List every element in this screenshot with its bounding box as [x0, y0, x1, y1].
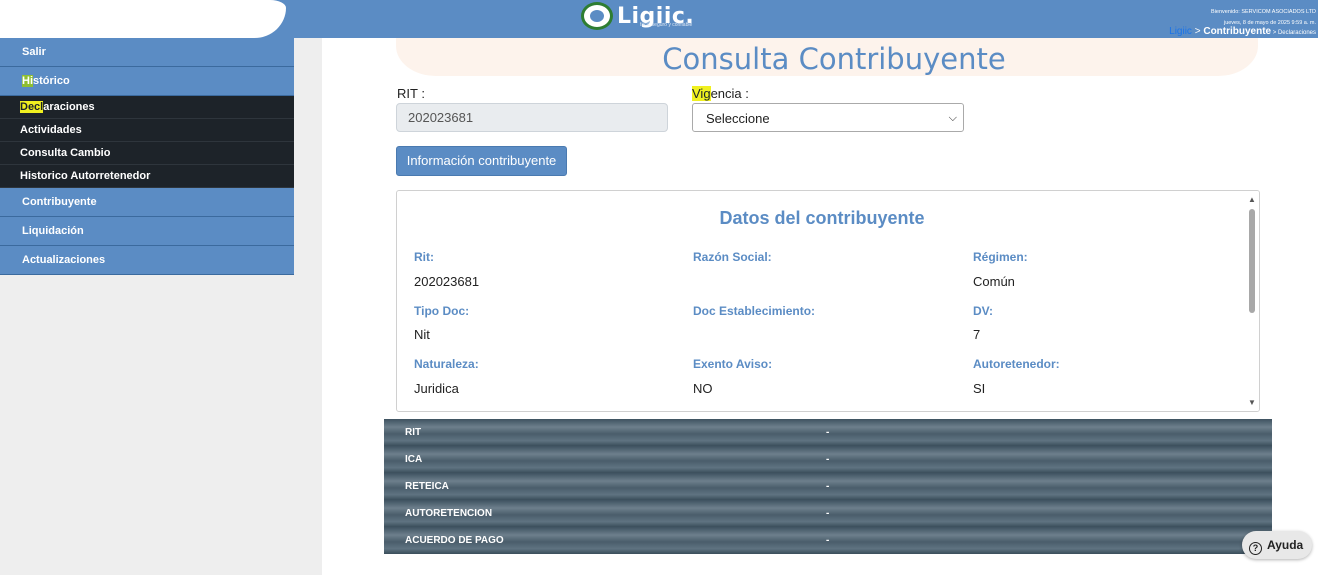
sidebar-item-label-highlight: Decl — [20, 101, 44, 113]
breadcrumb-current[interactable]: Contribuyente — [1203, 26, 1271, 37]
accordion-label: RETEICA — [405, 481, 449, 492]
accordion-row-reteica[interactable]: RETEICA - — [384, 473, 1272, 500]
sidebar-item-label: stórico — [33, 75, 70, 87]
breadcrumb-home[interactable]: Ligiic — [1169, 26, 1192, 37]
field-value-rit: 202023681 — [414, 274, 480, 289]
vigencia-label-text: encia : — [710, 86, 749, 101]
card-title: Datos del contribuyente — [719, 208, 925, 228]
sidebar-subitem-consulta-cambio[interactable]: Consulta Cambio — [0, 142, 294, 165]
sidebar-item-liquidacion[interactable]: Liquidación — [0, 217, 294, 246]
collapse-icon: - — [826, 481, 830, 492]
breadcrumb-separator: > — [1271, 30, 1278, 36]
collapse-icon: - — [826, 508, 830, 519]
contribuyente-card: Datos del contribuyente Rit: 202023681 R… — [396, 190, 1260, 412]
chevron-down-icon: ⌵ — [948, 112, 957, 124]
scroll-thumb[interactable] — [1249, 209, 1255, 313]
vigencia-label: Vigencia : — [692, 86, 749, 101]
field-label-autoretenedor: Autoretenedor: — [973, 357, 1060, 371]
rit-label: RIT : — [397, 86, 425, 101]
logo-tagline: fácil, seguro y confiable — [640, 22, 693, 28]
collapse-icon: - — [826, 535, 830, 546]
vigencia-label-highlight: Vig — [692, 86, 711, 101]
logo-icon — [581, 2, 613, 30]
sidebar-subitem-actividades[interactable]: Actividades — [0, 119, 294, 142]
rit-input[interactable]: 202023681 — [396, 103, 668, 132]
field-label-tipo-doc: Tipo Doc: — [414, 304, 470, 318]
collapse-icon: - — [826, 427, 830, 438]
field-value-naturaleza: Juridica — [414, 381, 459, 396]
sidebar-subitem-historico-autorretenedor[interactable]: Historico Autorretenedor — [0, 165, 294, 188]
breadcrumb: Ligiic > Contribuyente > Declaraciones — [1169, 26, 1316, 37]
field-label-naturaleza: Naturaleza: — [414, 357, 479, 371]
field-label-dv: DV: — [973, 304, 994, 318]
scroll-down-icon[interactable]: ▼ — [1248, 398, 1256, 407]
info-contribuyente-button[interactable]: Información contribuyente — [396, 146, 567, 176]
accordion-label: RIT — [405, 427, 422, 438]
breadcrumb-last: Declaraciones — [1277, 30, 1316, 36]
field-label-razon-social: Razón Social: — [693, 250, 772, 264]
collapse-icon: - — [826, 454, 830, 465]
question-icon: ? — [1249, 542, 1262, 555]
card-scrollbar[interactable]: ▲ ▼ — [1245, 191, 1259, 411]
page-title: Consulta Contribuyente — [662, 42, 1006, 76]
scroll-up-icon[interactable]: ▲ — [1248, 195, 1256, 204]
field-label-rit: Rit: — [414, 250, 434, 264]
sidebar-subitem-declaraciones[interactable]: Declaraciones — [0, 96, 294, 119]
help-label: Ayuda — [1267, 538, 1304, 552]
sidebar-item-label: araciones — [43, 101, 95, 113]
breadcrumb-separator: > — [1191, 26, 1204, 37]
sidebar-item-actualizaciones[interactable]: Actualizaciones — [0, 246, 294, 275]
accordion-label: ACUERDO DE PAGO — [405, 535, 504, 546]
help-button[interactable]: ? Ayuda — [1242, 531, 1312, 559]
accordion: RIT - ICA - RETEICA - AUTORETENCION - ACUERD… — [384, 419, 1272, 554]
field-value-tipo-doc: Nit — [414, 327, 430, 342]
field-label-exento-aviso: Exento Aviso: — [693, 357, 773, 371]
accordion-row-acuerdo-de-pago[interactable]: ACUERDO DE PAGO - — [384, 527, 1272, 554]
vigencia-select[interactable]: Seleccione ⌵ — [692, 103, 964, 132]
field-value-exento-aviso: NO — [693, 381, 713, 396]
accordion-label: ICA — [405, 454, 423, 465]
field-label-doc-establecimiento: Doc Establecimiento: — [693, 304, 816, 318]
vigencia-selected-value: Seleccione — [706, 111, 770, 126]
accordion-label: AUTORETENCION — [405, 508, 493, 519]
sidebar-item-label-highlight: Hi — [22, 75, 33, 87]
accordion-row-rit[interactable]: RIT - — [384, 419, 1272, 446]
accordion-row-ica[interactable]: ICA - — [384, 446, 1272, 473]
sidebar-item-contribuyente[interactable]: Contribuyente — [0, 188, 294, 217]
field-value-autoretenedor: SI — [973, 381, 986, 396]
accordion-row-autoretencion[interactable]: AUTORETENCION - — [384, 500, 1272, 527]
header-left-panel — [0, 0, 286, 38]
field-value-dv: 7 — [973, 327, 981, 342]
welcome-user: Bienvenido: SERVICOM ASOCIADOS LTD — [1211, 9, 1316, 15]
field-label-regimen: Régimen: — [973, 250, 1028, 264]
field-value-regimen: Común — [973, 274, 1015, 289]
